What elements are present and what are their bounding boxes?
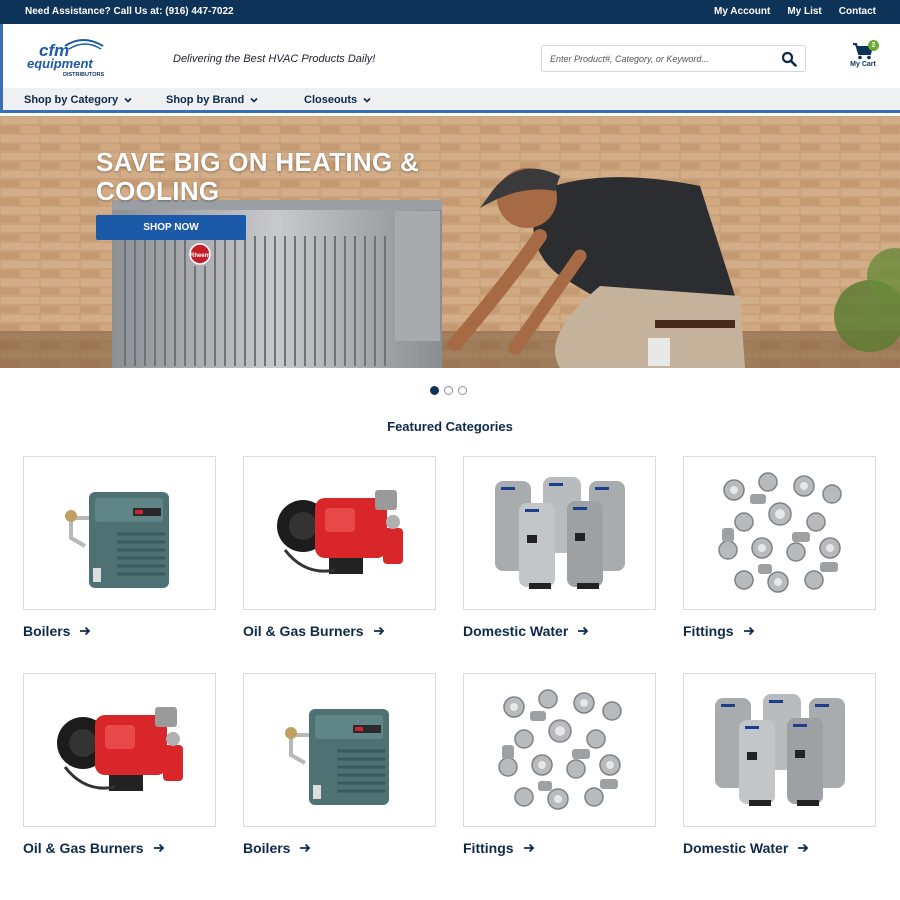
category-card[interactable]: Fittings	[683, 456, 876, 639]
arrow-right-icon	[523, 843, 534, 853]
category-image[interactable]	[683, 673, 876, 827]
my-account-link[interactable]: My Account	[714, 6, 770, 17]
carousel-dot-3[interactable]	[458, 386, 467, 395]
search-box	[541, 45, 806, 72]
nav-label: Shop by Category	[24, 94, 119, 106]
chevron-down-icon	[363, 97, 371, 103]
carousel-dots	[430, 386, 467, 395]
category-link[interactable]: Oil & Gas Burners	[23, 840, 216, 856]
arrow-right-icon	[80, 626, 91, 636]
site-header: cfm equipment DISTRIBUTORS Delivering th…	[0, 24, 900, 88]
category-image[interactable]	[23, 456, 216, 610]
top-bar: Need Assistance? Call Us at: (916) 447-7…	[0, 0, 900, 24]
category-link[interactable]: Oil & Gas Burners	[243, 623, 436, 639]
arrow-right-icon	[578, 626, 589, 636]
category-label: Boilers	[243, 840, 291, 856]
category-link[interactable]: Boilers	[23, 623, 216, 639]
arrow-right-icon	[798, 843, 809, 853]
tagline: Delivering the Best HVAC Products Daily!	[173, 53, 376, 65]
logo-sub-text: equipment	[27, 56, 93, 71]
chevron-down-icon	[124, 97, 132, 103]
category-image[interactable]	[463, 456, 656, 610]
cfm-logo[interactable]: cfm equipment DISTRIBUTORS	[25, 36, 117, 78]
category-link[interactable]: Domestic Water	[463, 623, 656, 639]
nav-shop-by-brand[interactable]: Shop by Brand	[166, 94, 258, 106]
cart-label: My Cart	[850, 61, 876, 68]
cart-count-badge: 2	[868, 40, 879, 51]
account-links: My Account My List Contact	[714, 6, 876, 17]
nav-closeouts[interactable]: Closeouts	[304, 94, 371, 106]
category-label: Domestic Water	[463, 623, 569, 639]
nav-label: Shop by Brand	[166, 94, 245, 106]
category-card[interactable]: Oil & Gas Burners	[243, 456, 436, 639]
category-label: Fittings	[463, 840, 514, 856]
category-link[interactable]: Boilers	[243, 840, 436, 856]
category-link[interactable]: Domestic Water	[683, 840, 876, 856]
featured-categories-heading: Featured Categories	[387, 419, 513, 434]
assistance-phone[interactable]: Need Assistance? Call Us at: (916) 447-7…	[25, 6, 234, 17]
category-image[interactable]	[463, 673, 656, 827]
hero-title: SAVE BIG ON HEATING & COOLING	[96, 147, 420, 206]
main-nav: Shop by Category Shop by Brand Closeouts	[0, 88, 900, 113]
category-label: Oil & Gas Burners	[243, 623, 364, 639]
category-card[interactable]: Fittings	[463, 673, 656, 856]
arrow-right-icon	[153, 843, 164, 853]
category-label: Boilers	[23, 623, 71, 639]
category-label: Fittings	[683, 623, 734, 639]
category-card[interactable]: Oil & Gas Burners	[23, 673, 216, 856]
category-card[interactable]: Boilers	[243, 673, 436, 856]
category-label: Domestic Water	[683, 840, 789, 856]
search-input[interactable]	[550, 51, 770, 67]
cart-button[interactable]: 2 My Cart	[845, 40, 881, 76]
my-list-link[interactable]: My List	[787, 6, 821, 17]
arrow-right-icon	[743, 626, 754, 636]
category-card[interactable]: Domestic Water	[683, 673, 876, 856]
carousel-dot-2[interactable]	[444, 386, 453, 395]
unit-brand-text: Rheem	[190, 253, 210, 259]
category-card[interactable]: Domestic Water	[463, 456, 656, 639]
chevron-down-icon	[250, 97, 258, 103]
category-link[interactable]: Fittings	[463, 840, 656, 856]
category-card[interactable]: Boilers	[23, 456, 216, 639]
contact-link[interactable]: Contact	[839, 6, 876, 17]
shop-now-button[interactable]: SHOP NOW	[96, 215, 246, 240]
arrow-right-icon	[373, 626, 384, 636]
category-image[interactable]	[243, 456, 436, 610]
arrow-right-icon	[300, 843, 311, 853]
category-label: Oil & Gas Burners	[23, 840, 144, 856]
search-icon[interactable]	[781, 51, 797, 67]
carousel-dot-1[interactable]	[430, 386, 439, 395]
logo-tag-text: DISTRIBUTORS	[63, 72, 104, 78]
category-image[interactable]	[683, 456, 876, 610]
category-link[interactable]: Fittings	[683, 623, 876, 639]
hero-banner[interactable]: Rheem SAVE BIG ON HEATING & COOLING SHOP…	[0, 116, 900, 368]
nav-shop-by-category[interactable]: Shop by Category	[24, 94, 132, 106]
category-image[interactable]	[23, 673, 216, 827]
category-image[interactable]	[243, 673, 436, 827]
nav-label: Closeouts	[304, 94, 358, 106]
